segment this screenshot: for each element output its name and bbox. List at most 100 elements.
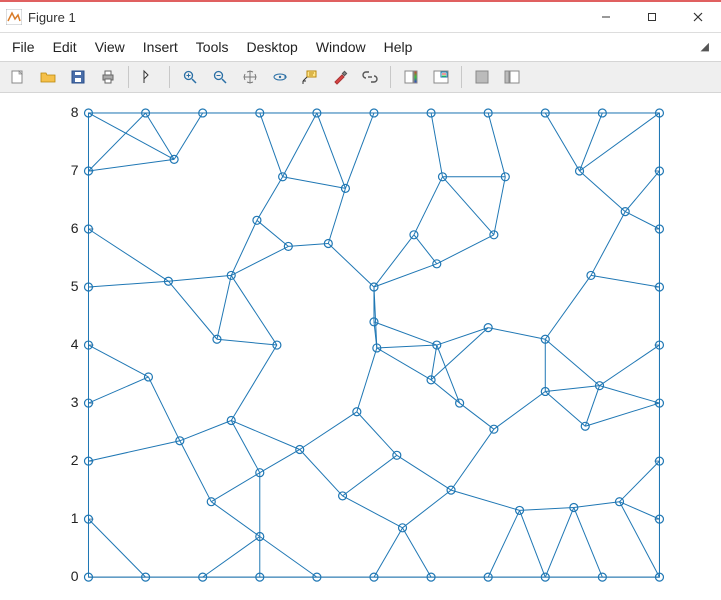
insert-legend-button[interactable] xyxy=(427,64,455,90)
open-file-button[interactable] xyxy=(34,64,62,90)
insert-colorbar-button[interactable] xyxy=(397,64,425,90)
ytick-label: 8 xyxy=(71,104,79,120)
mesh-edge xyxy=(460,403,494,429)
mesh-edge xyxy=(431,113,442,177)
new-figure-button[interactable] xyxy=(4,64,32,90)
mesh-edge xyxy=(600,345,660,386)
mesh-edge xyxy=(288,243,328,246)
menu-insert[interactable]: Insert xyxy=(135,37,186,57)
mesh-edge xyxy=(88,159,174,171)
brush-button[interactable] xyxy=(326,64,354,90)
menu-window[interactable]: Window xyxy=(308,37,374,57)
menu-file[interactable]: File xyxy=(4,37,43,57)
figure-window: Figure 1 File Edit View Insert Tools Des… xyxy=(0,0,721,600)
mesh-edge xyxy=(414,177,443,235)
toolbar-separator xyxy=(390,66,391,88)
ytick-label: 0 xyxy=(71,568,79,584)
mesh-edge xyxy=(451,490,520,510)
mesh-edge xyxy=(88,113,174,159)
mesh-edge xyxy=(260,113,283,177)
axes[interactable]: 012345678 xyxy=(0,93,721,600)
menu-desktop[interactable]: Desktop xyxy=(238,37,305,57)
minimize-button[interactable] xyxy=(583,2,629,32)
mesh-edge xyxy=(520,510,546,577)
mesh-edge xyxy=(217,339,277,345)
mesh-edge xyxy=(377,348,431,380)
ytick-label: 2 xyxy=(71,452,79,468)
mesh-edge xyxy=(231,246,288,275)
print-button[interactable] xyxy=(94,64,122,90)
window-controls xyxy=(583,2,721,32)
toolbar-separator xyxy=(461,66,462,88)
mesh-edge xyxy=(146,113,175,159)
show-plot-tools-button[interactable] xyxy=(498,64,526,90)
mesh-edge xyxy=(283,177,346,189)
mesh-edge xyxy=(328,188,345,243)
mesh-edge xyxy=(437,235,494,264)
window-title: Figure 1 xyxy=(28,10,76,25)
close-button[interactable] xyxy=(675,2,721,32)
mesh-edge xyxy=(545,386,599,392)
mesh-edge xyxy=(619,461,659,502)
data-cursor-button[interactable] xyxy=(296,64,324,90)
mesh-edge xyxy=(260,449,300,472)
mesh-edge xyxy=(357,348,377,412)
mesh-edge xyxy=(260,536,317,577)
rotate-3d-button[interactable] xyxy=(266,64,294,90)
toolbar-overflow-icon[interactable]: ◢ xyxy=(701,40,717,53)
save-button[interactable] xyxy=(64,64,92,90)
mesh-edge xyxy=(545,339,599,385)
mesh-edge xyxy=(231,420,300,449)
mesh-edge xyxy=(374,528,403,577)
ytick-label: 4 xyxy=(71,336,79,352)
mesh-edge xyxy=(345,113,374,188)
ytick-label: 6 xyxy=(71,220,79,236)
mesh-edge xyxy=(317,113,346,188)
mesh-edge xyxy=(283,113,317,177)
mesh-edge xyxy=(168,275,231,281)
mesh-edge xyxy=(257,177,283,221)
mesh-edge xyxy=(431,345,437,380)
menu-edit[interactable]: Edit xyxy=(45,37,85,57)
title-bar: Figure 1 xyxy=(0,2,721,33)
mesh-edge xyxy=(414,235,437,264)
mesh-edge xyxy=(431,328,488,380)
toolbar-separator xyxy=(169,66,170,88)
mesh-edge xyxy=(328,243,374,287)
mesh-edge xyxy=(88,441,179,461)
zoom-out-button[interactable] xyxy=(206,64,234,90)
link-button[interactable] xyxy=(356,64,384,90)
mesh-edge xyxy=(88,345,148,377)
zoom-in-button[interactable] xyxy=(176,64,204,90)
mesh-edge xyxy=(168,281,217,339)
edit-plot-button[interactable] xyxy=(135,64,163,90)
mesh-edge xyxy=(174,113,203,159)
menu-view[interactable]: View xyxy=(87,37,133,57)
hide-plot-tools-button[interactable] xyxy=(468,64,496,90)
mesh-edge xyxy=(180,441,211,502)
mesh-edge xyxy=(619,502,659,577)
mesh-edge xyxy=(300,449,343,495)
ytick-label: 1 xyxy=(71,510,79,526)
mesh-edge xyxy=(488,113,505,177)
mesh-edge xyxy=(300,412,357,450)
mesh-edge xyxy=(231,345,277,420)
mesh-edge xyxy=(574,502,620,508)
pan-button[interactable] xyxy=(236,64,264,90)
mesh-edge xyxy=(545,113,579,171)
maximize-button[interactable] xyxy=(629,2,675,32)
matlab-icon xyxy=(6,9,22,25)
mesh-edge xyxy=(580,113,660,171)
plot-svg: 012345678 xyxy=(0,93,721,600)
mesh-edge xyxy=(343,455,397,496)
menu-help[interactable]: Help xyxy=(376,37,421,57)
mesh-edge xyxy=(494,391,545,429)
menu-bar: File Edit View Insert Tools Desktop Wind… xyxy=(0,33,721,61)
mesh-edge xyxy=(585,403,659,426)
ytick-label: 5 xyxy=(71,278,79,294)
mesh-edge xyxy=(203,536,260,577)
menu-tools[interactable]: Tools xyxy=(188,37,237,57)
ytick-label: 3 xyxy=(71,394,79,410)
mesh-edge xyxy=(148,377,179,441)
mesh-edge xyxy=(357,412,397,456)
